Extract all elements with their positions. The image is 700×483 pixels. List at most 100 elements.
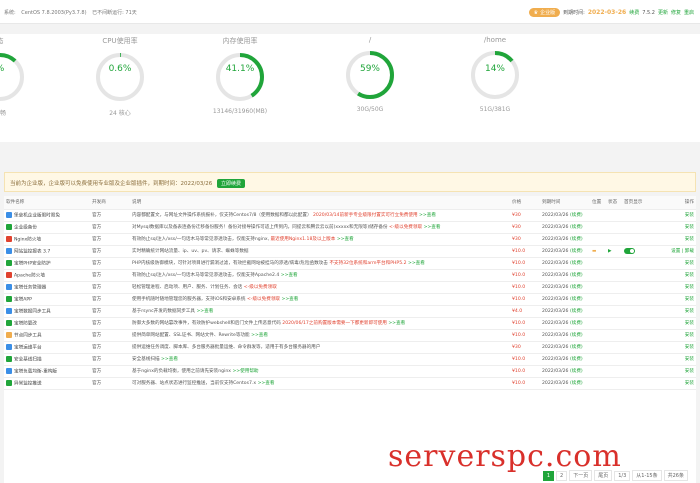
plugin-price: ¥10.0: [510, 365, 540, 378]
plugin-description: 可对服务器、站点状态进行监控推送，当前仅支持Centos7.x >>查看: [130, 377, 510, 390]
plugin-action[interactable]: 安装: [648, 281, 696, 294]
page-item: 共26条: [663, 470, 688, 481]
plugin-action[interactable]: 安装: [648, 257, 696, 270]
plugin-action[interactable]: 安装: [648, 377, 696, 390]
table-row: 宝塔任务管理器 官方 轻松管理进程、启动项、用户、服务、计划任务、会话 <-级以免费…: [4, 281, 696, 294]
enterprise-notice: 当前为企业版，企业版可以免费使用专业版及企业版插件，到期时间：2022/03/2…: [4, 172, 696, 192]
plugin-expire: 2022/03/26 (续费): [540, 329, 590, 342]
plugin-name: 网站监控报表 3.7: [4, 245, 90, 258]
table-row: 宝塔数据同步工具 官方 基于rsync开发的数据同步工具 >>查看 ¥4.0 2022/…: [4, 305, 696, 318]
plugin-location: [590, 257, 606, 270]
plugin-description: 对Mysql数据库以及备表连备份迁移备份服务！备份对接导操作可适上传到内，同提云…: [130, 221, 510, 234]
homepage-toggle[interactable]: [624, 247, 635, 254]
stat-title: CPU使用率: [102, 37, 138, 45]
plugin-developer: 官方: [90, 317, 130, 330]
plugin-status: [606, 341, 622, 354]
plugin-icon: [6, 259, 12, 266]
page-item[interactable]: 下一页: [569, 470, 593, 481]
fix-link[interactable]: 修复: [671, 9, 681, 16]
plugin-status: ▶: [606, 245, 622, 258]
plugin-developer: 官方: [90, 353, 130, 366]
plugin-price: ¥30: [510, 341, 540, 354]
plugin-action[interactable]: 安装: [648, 209, 696, 222]
plugin-status: [606, 209, 622, 222]
plugin-status: [606, 317, 622, 330]
table-row: 宝塔负载均衡-重构版 官方 基于nginx的负载均衡，使用之前请先安装nginx >…: [4, 365, 696, 378]
plugin-developer: 官方: [90, 341, 130, 354]
plugin-expire: 2022/03/26 (续费): [540, 233, 590, 246]
plugin-action[interactable]: 安装: [648, 365, 696, 378]
plugin-developer: 官方: [90, 233, 130, 246]
plugin-description: 安全基线扫描 >>查看: [130, 353, 510, 366]
plugin-table: 软件名称 开发商 说明 价格 到期时间 位置 状态 首页显示 操作 堡垒机企业版限时限免 官方 内容…: [4, 196, 696, 390]
edition-badge: ♛ 企业版: [528, 8, 561, 17]
stat-value: 14%: [484, 64, 505, 74]
stat-gauge: 内存使用率 41.1% 13146/31960(MB): [200, 34, 280, 115]
page-item[interactable]: 2: [556, 470, 568, 481]
table-row: 宝塔APP 官方 使用手机随时随地管理您的服务器，支持iOS和安卓系统 <-级以免费…: [4, 293, 696, 306]
plugin-expire: 2022/03/26 (续费): [540, 257, 590, 270]
renew-now-button[interactable]: 立即续费: [216, 179, 245, 188]
gauge-ring: [96, 53, 144, 101]
plugin-expire: 2022/03/26 (续费): [540, 317, 590, 330]
plugin-location[interactable]: ▬: [590, 245, 606, 258]
gauge-ring: [346, 51, 394, 99]
plugin-description: 基于rsync开发的数据同步工具 >>查看: [130, 305, 510, 318]
update-link[interactable]: 更新: [658, 9, 668, 16]
plugin-status: [606, 365, 622, 378]
plugin-action[interactable]: 安装: [648, 317, 696, 330]
plugin-description: 基于nginx的负载均衡，使用之前请先安装nginx >>使用帮助: [130, 365, 510, 378]
plugin-action[interactable]: 安装: [648, 233, 696, 246]
plugin-price: ¥10.0: [510, 269, 540, 282]
plugin-action[interactable]: 安装: [648, 305, 696, 318]
folder-icon[interactable]: ▬: [592, 249, 596, 254]
plugin-expire: 2022/03/26 (续费): [540, 377, 590, 390]
stat-gauge: /home 14% 51G/381G: [455, 34, 535, 113]
plugin-name: 宝塔运维平台: [4, 341, 90, 354]
plugin-action[interactable]: 安装: [648, 329, 696, 342]
plugin-action[interactable]: 安装: [648, 269, 696, 282]
plugin-name: 安全基线扫描: [4, 353, 90, 366]
table-row: 堡垒机企业版限时限免 官方 内容都配置文，与网址文件操作系统报补，仅支持Centos…: [4, 209, 696, 222]
plugin-icon: [6, 355, 12, 362]
plugin-homepage: [622, 353, 648, 366]
system-value: CentOS 7.8.2003(Py3.7.8): [21, 10, 87, 16]
plugin-developer: 官方: [90, 365, 130, 378]
plugin-status: [606, 377, 622, 390]
plugin-expire: 2022/03/26 (续费): [540, 221, 590, 234]
plugin-homepage: [622, 341, 648, 354]
renew-link[interactable]: 续费: [629, 9, 639, 16]
plugin-action[interactable]: 安装: [648, 293, 696, 306]
plugin-icon: [6, 319, 12, 326]
plugin-action[interactable]: 安装: [648, 341, 696, 354]
plugin-price: ¥10.0: [510, 245, 540, 258]
plugin-action[interactable]: 设置 | 卸载: [648, 245, 696, 258]
page-item[interactable]: 1: [542, 470, 554, 481]
top-bar: 系统: CentOS 7.8.2003(Py3.7.8) 已不间断运行: 71天…: [0, 0, 700, 24]
page-item[interactable]: 尾页: [594, 470, 613, 481]
plugin-price: ¥30: [510, 233, 540, 246]
plugin-location: [590, 233, 606, 246]
plugin-homepage: [622, 233, 648, 246]
plugin-action[interactable]: 安装: [648, 221, 696, 234]
plugin-price: ¥10.0: [510, 257, 540, 270]
plugin-price: ¥4.0: [510, 305, 540, 318]
plugin-expire: 2022/03/26 (续费): [540, 353, 590, 366]
plugin-homepage: [622, 209, 648, 222]
plugin-icon: [6, 331, 12, 338]
plugin-location: [590, 209, 606, 222]
plugin-homepage[interactable]: [622, 245, 648, 258]
plugin-action[interactable]: 安装: [648, 353, 696, 366]
plugin-name: 异常监控推送: [4, 377, 90, 390]
table-row: 节点同步工具 官方 提供简单网站配置、SSL证书、网站文件、Rewrite等功能 >…: [4, 329, 696, 342]
plugin-price: ¥10.0: [510, 281, 540, 294]
plugin-name: 宝塔APP: [4, 293, 90, 306]
plugin-expire: 2022/03/26 (续费): [540, 305, 590, 318]
plugin-developer: 官方: [90, 293, 130, 306]
plugin-developer: 官方: [90, 245, 130, 258]
restart-link[interactable]: 重启: [684, 9, 694, 16]
plugin-expire: 2022/03/26 (续费): [540, 269, 590, 282]
column-header: 价格: [510, 196, 540, 210]
plugin-homepage: [622, 221, 648, 234]
plugin-price: ¥10.0: [510, 293, 540, 306]
